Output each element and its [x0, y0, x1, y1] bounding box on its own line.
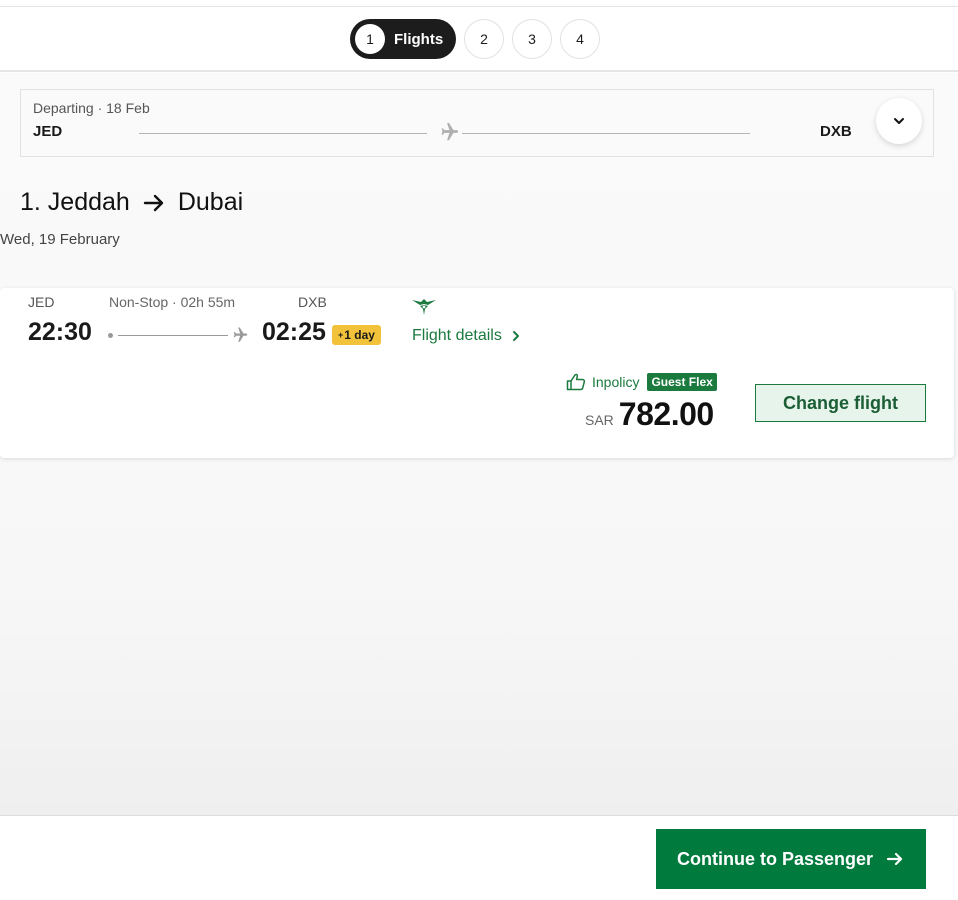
flight-destination: DXB [298, 294, 327, 310]
price-amount: 782.00 [618, 396, 714, 432]
booking-stepper: 1 Flights 2 3 4 [0, 7, 958, 72]
step-3[interactable]: 3 [512, 19, 552, 59]
price: SAR 782.00 [585, 396, 714, 433]
arrival-time: 02:25 [262, 318, 326, 346]
step-2[interactable]: 2 [464, 19, 504, 59]
arrow-right-icon [886, 852, 903, 866]
step-4[interactable]: 4 [560, 19, 600, 59]
leg-heading: 1. Jeddah Dubai [20, 188, 243, 217]
chevron-down-icon [894, 118, 904, 124]
route-line-left [139, 133, 427, 134]
next-day-plus: + [338, 330, 344, 340]
leg-origin-title: 1. Jeddah [20, 188, 130, 216]
continue-label: Continue to Passenger [676, 848, 874, 869]
route-summary: Departing · 18 Feb JED DXB [20, 89, 934, 157]
thumbs-up-icon [566, 373, 586, 391]
departure-time: 22:30 [28, 318, 92, 346]
policy-status: Inpolicy [592, 374, 640, 390]
footer-bar: Continue to Passenger [0, 815, 958, 900]
chevron-right-icon [512, 331, 519, 341]
step-label: Flights [394, 30, 444, 48]
policy-row: Inpolicy Guest Flex [566, 373, 717, 391]
flight-origin: JED [28, 294, 55, 310]
change-flight-button[interactable]: Change flight [755, 384, 926, 422]
step-1-flights[interactable]: 1 Flights [350, 19, 456, 59]
arrow-right-icon [143, 194, 164, 211]
fare-badge: Guest Flex [647, 373, 717, 391]
price-currency: SAR [585, 412, 614, 428]
departing-label: Departing · 18 Feb [33, 100, 150, 116]
airline-logo-icon [412, 299, 436, 315]
main-content: Departing · 18 Feb JED DXB 1. Jeddah Dub… [0, 73, 958, 815]
flight-stops-duration: Non-Stop · 02h 55m [109, 294, 236, 310]
route-start-dot [108, 333, 113, 338]
flight-card: JED Non-Stop · 02h 55m DXB 22:30 02:25 +… [0, 288, 954, 458]
plane-icon [441, 122, 459, 141]
top-strip [0, 0, 958, 7]
flight-details-label: Flight details [412, 327, 502, 344]
route-line [118, 335, 228, 336]
route-destination: DXB [820, 123, 852, 140]
route-origin: JED [33, 123, 63, 140]
route-line-right [462, 133, 750, 134]
step-number: 1 [355, 24, 385, 54]
expand-route-button[interactable] [876, 98, 922, 144]
leg-date: Wed, 19 February [0, 231, 120, 248]
flight-details-link[interactable]: Flight details [412, 327, 522, 345]
next-day-label: 1 day [344, 328, 375, 342]
continue-to-passenger-button[interactable]: Continue to Passenger [656, 829, 926, 889]
leg-destination-title: Dubai [177, 188, 244, 216]
next-day-badge: + 1 day [332, 325, 381, 345]
plane-icon [233, 327, 248, 342]
